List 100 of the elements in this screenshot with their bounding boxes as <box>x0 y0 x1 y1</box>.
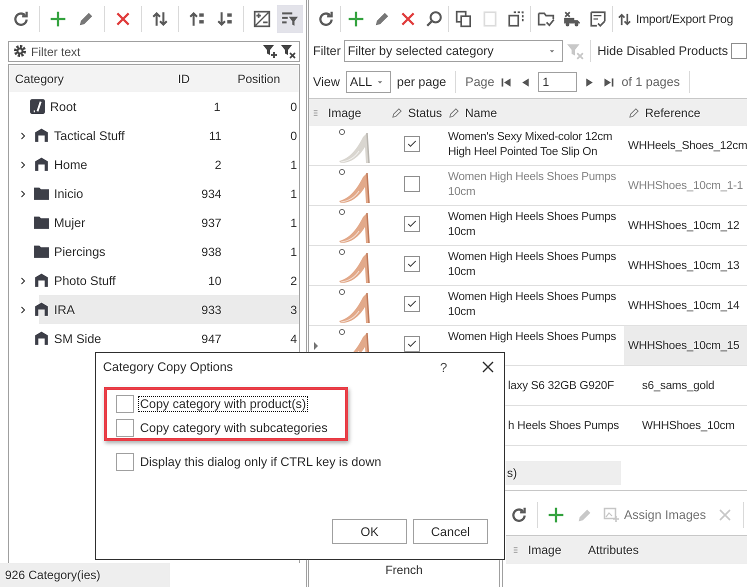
sort-icon <box>617 12 632 26</box>
clear-filter-icon[interactable] <box>280 43 296 59</box>
assign-images-button[interactable]: Assign Images <box>599 501 710 529</box>
column-header[interactable]: ID <box>170 72 230 86</box>
selection-icon[interactable] <box>506 10 524 28</box>
sort-icon[interactable] <box>151 10 169 28</box>
column-header[interactable]: Category <box>9 72 170 86</box>
hide-disabled-label: Hide Disabled Products <box>597 44 728 58</box>
id-cell-text: 1 <box>212 98 222 116</box>
filter-field[interactable]: Filter text <box>8 41 300 62</box>
tree-row[interactable]: Inicio <box>9 179 174 208</box>
position-cell-text: 4 <box>289 330 298 348</box>
status-checkbox[interactable] <box>404 336 420 352</box>
edit-icon <box>391 106 403 118</box>
position-cell-text: 1 <box>289 244 298 260</box>
option-label[interactable]: Copy category with product(s) <box>138 396 308 412</box>
add-icon[interactable] <box>346 10 364 28</box>
position-cell-text: 0 <box>289 98 298 116</box>
checkbox[interactable] <box>731 43 747 59</box>
truck-icon[interactable] <box>562 10 580 28</box>
checklist-icon[interactable] <box>588 10 606 28</box>
checkbox[interactable] <box>116 395 134 413</box>
option-label[interactable]: Copy category with subcategories <box>138 420 330 436</box>
checkbox[interactable] <box>116 453 134 471</box>
tree-row[interactable]: Root <box>9 92 172 121</box>
filter-list-button[interactable] <box>277 5 303 33</box>
checkbox[interactable] <box>116 419 134 437</box>
product-name: Women High Heels Shoes Pumps 10cm <box>448 210 618 240</box>
edit-icon <box>448 106 460 118</box>
category-name: IRA <box>54 302 75 316</box>
status-checkbox[interactable] <box>404 296 420 312</box>
id-cell-text: 938 <box>200 244 222 260</box>
category-name: Photo Stuff <box>54 274 116 288</box>
search-icon[interactable] <box>424 10 442 28</box>
category-name: Mujer <box>54 216 86 230</box>
column-header[interactable]: Image <box>528 543 582 557</box>
folder-check-icon[interactable] <box>536 10 554 28</box>
column-header[interactable]: Status <box>408 106 442 120</box>
product-reference: WHHShoes_10cm_14 <box>628 300 740 312</box>
filter-dropdown[interactable]: Filter by selected category <box>344 40 564 62</box>
cancel-button[interactable]: Cancel <box>413 519 488 544</box>
move-down-icon[interactable] <box>216 10 234 28</box>
column-header[interactable]: Position <box>229 72 299 86</box>
tree-row[interactable]: Tactical Stuff <box>9 121 174 150</box>
column-header[interactable]: Reference <box>645 106 700 120</box>
tree-row[interactable]: Mujer <box>9 208 174 237</box>
per-page-dropdown[interactable]: ALL <box>346 71 391 93</box>
import-export-button[interactable]: Import/Export Prog <box>615 5 734 33</box>
position-cell-text: 1 <box>289 186 298 202</box>
column-header[interactable]: Image <box>323 106 386 120</box>
image-edit-icon[interactable] <box>253 10 271 28</box>
filter-list-icon[interactable] <box>281 10 299 28</box>
category-name: Tactical Stuff <box>54 128 125 142</box>
page-field[interactable]: 1 <box>538 72 578 92</box>
position-cell-text: 2 <box>289 272 298 290</box>
page-count: of 1 pages <box>621 75 680 89</box>
id-cell-text: 934 <box>200 186 222 202</box>
status-checkbox[interactable] <box>404 256 420 272</box>
house-icon <box>33 330 50 347</box>
column-header[interactable]: Name <box>465 106 498 120</box>
status-checkbox[interactable] <box>404 216 420 232</box>
image-add-icon <box>603 507 620 523</box>
position-cell-text: 1 <box>289 156 298 174</box>
language-item[interactable]: French <box>385 563 423 577</box>
ok-button[interactable]: OK <box>332 519 407 544</box>
delete-icon[interactable] <box>114 10 132 28</box>
add-filter-icon[interactable] <box>262 43 278 59</box>
product-reference: WHHShoes_10cm_1-1 <box>628 180 744 192</box>
refresh-icon[interactable] <box>510 506 528 524</box>
settings-icon[interactable] <box>12 43 28 59</box>
page-label: Page <box>465 75 494 89</box>
tree-row[interactable]: Photo Stuff <box>9 266 174 295</box>
last-page-icon[interactable] <box>602 76 616 88</box>
refresh-icon[interactable] <box>316 10 334 28</box>
id-cell-text: 10 <box>207 272 222 290</box>
copy-icon[interactable] <box>454 10 472 28</box>
refresh-icon[interactable] <box>12 10 30 28</box>
dialog-title: Category Copy Options <box>103 360 234 374</box>
id-cell-text: 11 <box>208 128 222 144</box>
column-header[interactable]: Attributes <box>588 543 639 557</box>
product-reference: WHHShoes_10cm_15 <box>628 340 740 352</box>
product-reference: WHHeels_Shoes_12cm <box>628 140 747 152</box>
tree-row[interactable]: Home <box>9 150 174 179</box>
product-name: Women High Heels Shoes Pumps 10cm <box>448 290 618 320</box>
category-name: Home <box>54 158 88 172</box>
root-icon <box>29 98 46 115</box>
edit-icon[interactable] <box>77 10 95 28</box>
move-up-icon[interactable] <box>188 10 206 28</box>
status-checkbox[interactable] <box>404 136 420 152</box>
close-icon[interactable] <box>480 359 496 375</box>
category-name: Piercings <box>54 244 106 258</box>
add-icon[interactable] <box>49 10 67 28</box>
tree-row[interactable]: Piercings <box>9 237 174 266</box>
add-icon[interactable] <box>547 506 566 524</box>
product-reference: s6_sams_gold <box>642 380 714 392</box>
help-button[interactable]: ? <box>440 360 480 374</box>
tree-row[interactable]: SM Side <box>9 324 174 353</box>
delete-icon[interactable] <box>398 10 416 28</box>
product-reference: WHHShoes_10cm_12 <box>628 220 740 232</box>
first-page-icon[interactable] <box>500 76 514 88</box>
